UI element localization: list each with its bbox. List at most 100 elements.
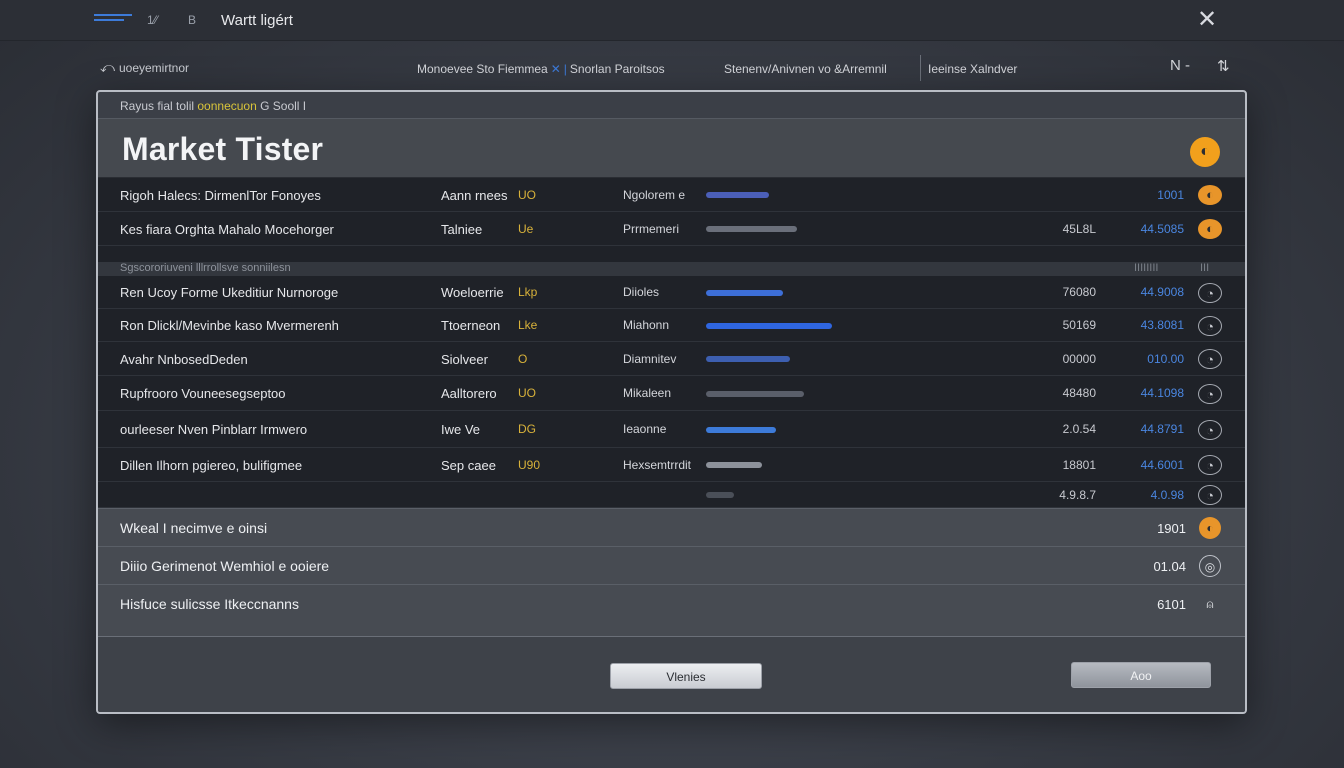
- table-row[interactable]: ourleeser Nven Pinblarr Irmwero Iwe Ve DG I…: [98, 411, 1245, 448]
- breadcrumb-item[interactable]: Monoevee Sto Fiemmea: [417, 62, 548, 76]
- row-name: Rigoh Halecs: DirmenlTor Fonoyes: [120, 188, 321, 203]
- table-row[interactable]: Rigoh Halecs: DirmenlTor Fonoyes Aann rne…: [98, 178, 1245, 212]
- arrow-back-icon: ⤺: [100, 59, 115, 75]
- breadcrumb-item[interactable]: Snorlan Paroitsos: [570, 62, 665, 76]
- crumb-text: G Sooll I: [260, 99, 307, 113]
- filter-link-a[interactable]: Stenenv/Anivnen vo &Arremnil: [724, 62, 887, 76]
- row-type: Aann rnees: [441, 188, 508, 203]
- row-change: 010.00: [1147, 352, 1184, 366]
- crumb-highlight[interactable]: oonnecuon: [197, 99, 256, 113]
- status-badge-icon[interactable]: ◐: [1190, 137, 1220, 167]
- asset-icon[interactable]: ◔: [1198, 420, 1222, 440]
- row-tag: Prrmemeri: [623, 222, 679, 236]
- filter-link-b[interactable]: Ieeinse Xalndver: [928, 62, 1017, 76]
- breadcrumb: Monoevee Sto Fiemmea ✕ | Snorlan Paroitsos: [417, 62, 665, 76]
- row-tag: Hexsemtrrdit: [623, 458, 692, 472]
- asset-icon[interactable]: ◔: [1198, 316, 1222, 336]
- crumb-text: Rayus fial tolil: [120, 99, 195, 113]
- ghost-value: III: [1200, 262, 1210, 274]
- panel-header: Market Tister ◐: [98, 118, 1245, 178]
- row-flag: O: [518, 352, 528, 366]
- primary-button[interactable]: Vlenies: [610, 663, 762, 689]
- row-change: 4.0.98: [1150, 488, 1184, 502]
- table-row[interactable]: Ron Dlickl/Mevinbe kaso Mvermerenh Ttoern…: [98, 309, 1245, 342]
- summary-row[interactable]: Wkeal I necimve e oinsi 1901 ◐: [98, 509, 1245, 547]
- row-change: 44.9008: [1140, 285, 1184, 299]
- row-type: Woeloerrie: [441, 285, 504, 300]
- row-flag: Ue: [518, 222, 534, 236]
- summary-value: 01.04: [1153, 559, 1186, 574]
- trend-sparkline: [706, 226, 797, 232]
- panel-breadcrumb: Rayus fial tolil oonnecuon G Sooll I: [120, 99, 306, 113]
- row-type: Iwe Ve: [441, 422, 481, 437]
- close-icon[interactable]: ✕: [1192, 6, 1222, 34]
- coin-icon[interactable]: ◐: [1198, 219, 1222, 239]
- summary-row[interactable]: Hisfuce sulicsse Itkeccnanns 6101 ⍝: [98, 585, 1245, 623]
- row-tag: Ieaonne: [623, 422, 667, 436]
- hamburger-menu-icon[interactable]: [94, 14, 132, 26]
- ghost-value: IIIIIIII: [1134, 262, 1159, 274]
- nav-back-icon[interactable]: 1⁄⁄: [147, 13, 158, 27]
- summary-list: Wkeal I necimve e oinsi 1901 ◐ Diiio Ger…: [98, 508, 1245, 636]
- summary-label: Diiio Gerimenot Wemhiol e ooiere: [120, 558, 330, 574]
- settings-icon[interactable]: ◎: [1199, 555, 1221, 577]
- panel-footer: Vlenies Aoo: [98, 636, 1245, 712]
- swap-icon[interactable]: ⇅: [1217, 57, 1230, 75]
- row-flag: DG: [518, 422, 536, 436]
- toolbar-divider: [920, 55, 921, 81]
- coin-icon[interactable]: ◐: [1199, 517, 1221, 539]
- asset-icon[interactable]: ◔: [1198, 349, 1222, 369]
- title-bar: 1⁄⁄ B Wartt ligért ✕: [0, 0, 1344, 41]
- nav-forward-icon[interactable]: B: [188, 13, 196, 27]
- table-row[interactable]: Ren Ucoy Forme Ukeditiur Nurnoroge Woeloe…: [98, 276, 1245, 309]
- asset-icon[interactable]: ◔: [1198, 455, 1222, 475]
- table-row[interactable]: Dillen Ilhorn pgiereo, bulifigmee Sep cae…: [98, 448, 1245, 482]
- summary-row[interactable]: Diiio Gerimenot Wemhiol e ooiere 01.04 ◎: [98, 547, 1245, 585]
- row-flag: UO: [518, 188, 536, 202]
- row-name: Ren Ucoy Forme Ukeditiur Nurnoroge: [120, 285, 339, 300]
- row-value: 76080: [1062, 285, 1096, 299]
- row-value: 2.0.54: [1062, 422, 1096, 436]
- asset-icon[interactable]: ◔: [1198, 283, 1222, 303]
- row-change: 44.8791: [1140, 422, 1184, 436]
- row-value: 48480: [1062, 386, 1096, 400]
- trend-sparkline: [706, 462, 762, 468]
- table-row[interactable]: Rupfrooro Vouneesegseptoo Aalltorero UO Mik…: [98, 376, 1245, 411]
- table-row[interactable]: 4.9.8.7 4.0.98 ◔: [98, 482, 1245, 508]
- coin-icon[interactable]: ◐: [1198, 185, 1222, 205]
- row-flag: Lkp: [518, 285, 538, 299]
- row-change: 44.6001: [1140, 458, 1184, 472]
- window-title: Wartt ligért: [221, 12, 293, 29]
- row-type: Siolveer: [441, 352, 488, 367]
- table-row[interactable]: Kes fiara Orghta Mahalo Mocehorger Talnie…: [98, 212, 1245, 246]
- trend-sparkline: [706, 323, 832, 329]
- row-tag: Miahonn: [623, 318, 670, 332]
- back-label: uoeyemirtnor: [118, 61, 189, 75]
- row-value: 45L8L: [1062, 222, 1096, 236]
- row-change: 1001: [1157, 188, 1184, 202]
- row-change: 44.5085: [1140, 222, 1184, 236]
- row-tag: Diioles: [623, 285, 660, 299]
- asset-icon[interactable]: ◔: [1198, 485, 1222, 505]
- close-x-icon[interactable]: ✕: [551, 62, 561, 76]
- asset-icon[interactable]: ◔: [1198, 384, 1222, 404]
- row-value: 18801: [1062, 458, 1096, 472]
- table-row[interactable]: Avahr NnbosedDeden Siolveer O Diamnitev 0000…: [98, 342, 1245, 376]
- row-flag: Lke: [518, 318, 538, 332]
- table-row-separator: Sgscororiuveni lllrrollsve sonniilesn II…: [98, 262, 1245, 276]
- row-name: Avahr NnbosedDeden: [120, 352, 248, 367]
- back-button[interactable]: ⤺ uoeyemirtnor: [100, 59, 189, 76]
- row-tag: Mikaleen: [623, 386, 672, 400]
- user-icon[interactable]: ⍝: [1199, 593, 1221, 615]
- sort-icon[interactable]: N -: [1170, 57, 1190, 74]
- page-title: Market Tister: [122, 131, 324, 167]
- separator-icon: |: [563, 62, 567, 76]
- summary-value: 6101: [1157, 597, 1186, 612]
- market-panel: Rayus fial tolil oonnecuon G Sooll I Mar…: [96, 90, 1247, 714]
- summary-label: Wkeal I necimve e oinsi: [120, 520, 268, 536]
- toolbar: ⤺ uoeyemirtnor Monoevee Sto Fiemmea ✕ | Snor…: [0, 41, 1344, 91]
- market-table: Rigoh Halecs: DirmenlTor Fonoyes Aann rne…: [98, 178, 1245, 508]
- add-button[interactable]: Aoo: [1071, 662, 1211, 688]
- row-name: Ron Dlickl/Mevinbe kaso Mvermerenh: [120, 318, 339, 333]
- row-change: 43.8081: [1140, 318, 1184, 332]
